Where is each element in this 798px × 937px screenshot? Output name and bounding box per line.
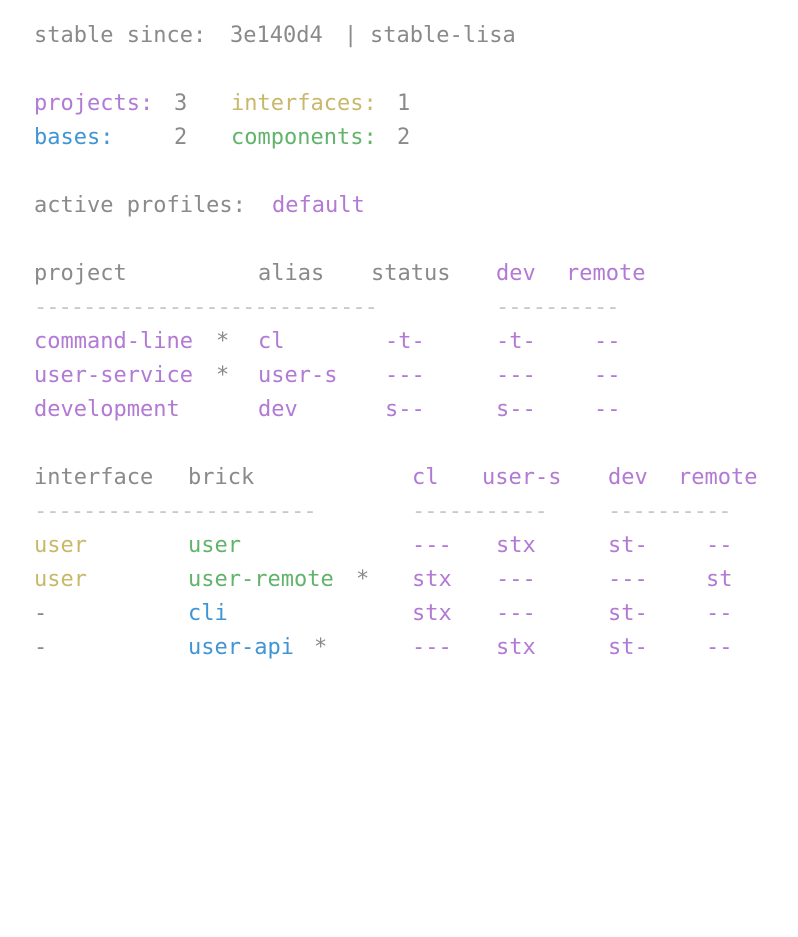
table-row: - user-api * --- stx st- -- xyxy=(34,631,733,665)
project-status: --- xyxy=(385,363,425,388)
brick-cl: stx xyxy=(412,567,452,592)
table-row: command-line * cl -t- -t- -- xyxy=(34,325,621,359)
table-row: user-service * user-s --- --- -- xyxy=(34,359,621,393)
interface-name: - xyxy=(34,635,48,660)
brick-marker: * xyxy=(356,567,370,592)
project-alias: cl xyxy=(258,329,285,354)
col-dev: dev xyxy=(608,465,648,490)
bricks-table-header: interface brick cl user-s dev remote xyxy=(34,461,757,495)
brick-user-s: stx xyxy=(496,635,536,660)
components-count: 2 xyxy=(397,125,411,150)
profiles-label: active profiles: xyxy=(34,193,246,218)
table-row: development dev s-- s-- -- xyxy=(34,393,621,427)
brick-dev: st- xyxy=(608,601,648,626)
terminal-output: stable since: 3e140d4 | stable-lisa proj… xyxy=(0,0,798,690)
brick-cl: --- xyxy=(412,533,452,558)
brick-name: cli xyxy=(188,601,228,626)
divider-right: ---------- xyxy=(496,295,619,320)
project-name: command-line xyxy=(34,329,193,354)
col-brick: brick xyxy=(188,465,255,490)
stable-label: stable since: xyxy=(34,23,207,48)
project-dev: s-- xyxy=(496,397,536,422)
stable-separator: | xyxy=(344,23,358,48)
project-status: s-- xyxy=(385,397,425,422)
interface-name: user xyxy=(34,533,87,558)
brick-name: user-remote xyxy=(188,567,334,592)
profiles-line: active profiles: default xyxy=(34,189,365,223)
brick-remote: st xyxy=(706,567,733,592)
brick-dev: st- xyxy=(608,533,648,558)
divider-right: ---------- xyxy=(608,499,731,524)
col-status: status xyxy=(371,261,451,286)
brick-user-s: stx xyxy=(496,533,536,558)
col-remote: remote xyxy=(678,465,758,490)
brick-remote: -- xyxy=(706,635,733,660)
interfaces-label: interfaces: xyxy=(231,91,377,116)
col-dev: dev xyxy=(496,261,536,286)
brick-dev: --- xyxy=(608,567,648,592)
col-user-s: user-s xyxy=(482,465,562,490)
divider-left: ---------------------------- xyxy=(34,295,378,320)
project-dev: -t- xyxy=(496,329,536,354)
profiles-value: default xyxy=(272,193,365,218)
table-row: - cli stx --- st- -- xyxy=(34,597,733,631)
stable-tag: stable-lisa xyxy=(370,23,516,48)
bases-label: bases: xyxy=(34,125,114,150)
brick-user-s: --- xyxy=(496,601,536,626)
divider-left: ----------------------- xyxy=(34,499,317,524)
project-marker: * xyxy=(216,329,230,354)
project-dev: --- xyxy=(496,363,536,388)
projects-count: 3 xyxy=(174,91,188,116)
brick-remote: -- xyxy=(706,533,733,558)
brick-cl: stx xyxy=(412,601,452,626)
project-marker: * xyxy=(216,363,230,388)
project-remote: -- xyxy=(594,397,621,422)
project-remote: -- xyxy=(594,363,621,388)
project-remote: -- xyxy=(594,329,621,354)
stable-hash: 3e140d4 xyxy=(230,23,323,48)
projects-table-divider: ---------------------------- ---------- xyxy=(34,291,619,325)
interface-name: - xyxy=(34,601,48,626)
col-cl: cl xyxy=(412,465,439,490)
project-name: development xyxy=(34,397,180,422)
interface-name: user xyxy=(34,567,87,592)
project-name: user-service xyxy=(34,363,193,388)
brick-remote: -- xyxy=(706,601,733,626)
summary-line-1: projects: 3 interfaces: 1 xyxy=(34,87,410,121)
projects-label: projects: xyxy=(34,91,154,116)
table-row: user user --- stx st- -- xyxy=(34,529,733,563)
stable-line: stable since: 3e140d4 | stable-lisa xyxy=(34,19,516,53)
summary-line-2: bases: 2 components: 2 xyxy=(34,121,410,155)
col-alias: alias xyxy=(258,261,325,286)
col-interface: interface xyxy=(34,465,154,490)
project-alias: user-s xyxy=(258,363,338,388)
table-row: user user-remote * stx --- --- st xyxy=(34,563,733,597)
col-remote: remote xyxy=(566,261,646,286)
brick-marker: * xyxy=(314,635,328,660)
divider-mid: ----------- xyxy=(412,499,548,524)
interfaces-count: 1 xyxy=(397,91,411,116)
bases-count: 2 xyxy=(174,125,188,150)
brick-dev: st- xyxy=(608,635,648,660)
brick-user-s: --- xyxy=(496,567,536,592)
projects-table-header: project alias status dev remote xyxy=(34,257,645,291)
project-alias: dev xyxy=(258,397,298,422)
project-status: -t- xyxy=(385,329,425,354)
brick-name: user xyxy=(188,533,241,558)
col-project: project xyxy=(34,261,127,286)
bricks-table-divider: ----------------------- ----------- ----… xyxy=(34,495,731,529)
brick-cl: --- xyxy=(412,635,452,660)
brick-name: user-api xyxy=(188,635,294,660)
components-label: components: xyxy=(231,125,377,150)
